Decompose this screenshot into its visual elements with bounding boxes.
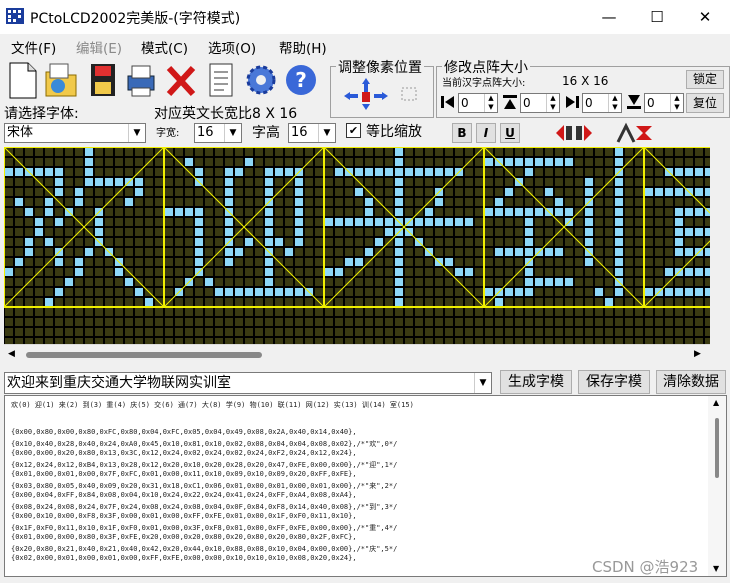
chevron-down-icon: ▼: [128, 124, 145, 142]
menu-options[interactable]: 选项(O): [208, 37, 256, 57]
size-spin-left[interactable]: 0 ▲ ▼: [458, 93, 498, 113]
settings-gear-icon[interactable]: [244, 60, 278, 100]
svg-text:?: ?: [295, 68, 307, 92]
bold-button[interactable]: B: [452, 123, 472, 143]
font-select[interactable]: 宋体 ▼: [4, 123, 146, 143]
scroll-left-icon[interactable]: ◀: [8, 349, 15, 359]
code-line: {0x10,0x40,0x28,0x40,0x24,0xA0,0x45,0x10…: [11, 439, 398, 448]
lock-button[interactable]: 锁定: [686, 70, 724, 89]
generate-button[interactable]: 生成字模: [500, 370, 572, 394]
pixel-position-title: 调整像素位置: [336, 57, 424, 77]
code-line: {0x02,0x00,0x01,0x00,0x01,0x00,0xFF,0xFE…: [11, 554, 357, 562]
code-line: {0x1F,0xF0,0x11,0x10,0x1F,0xF0,0x01,0x00…: [11, 523, 398, 532]
open-icon[interactable]: [44, 60, 78, 100]
italic-button[interactable]: I: [476, 123, 496, 143]
char-index-line: 欢(0) 迎(1) 来(2) 到(3) 重(4) 庆(5) 交(6) 通(7) …: [11, 401, 414, 409]
title-bar: PCtoLCD2002完美版-(字符模式) — ☐ ✕: [0, 0, 730, 34]
lcd-preview[interactable]: [4, 147, 710, 344]
clear-data-button[interactable]: 清除数据: [656, 370, 726, 394]
scale-checkbox[interactable]: ✔: [346, 123, 361, 138]
minimize-button[interactable]: —: [586, 0, 632, 34]
size-spin-right[interactable]: 0 ▲ ▼: [582, 93, 622, 113]
font-width-label: 字宽:: [156, 128, 180, 139]
font-height-select[interactable]: 16 ▼: [288, 123, 336, 143]
font-height-label: 字高: [252, 125, 280, 141]
move-arrows-icon[interactable]: [342, 76, 422, 112]
menu-mode[interactable]: 模式(C): [141, 37, 188, 57]
chevron-down-icon: ▼: [224, 124, 241, 142]
notes-icon[interactable]: [204, 60, 238, 100]
code-line: {0x01,0x00,0x00,0x80,0x3F,0xFE,0x20,0x00…: [11, 533, 357, 541]
scroll-down-icon[interactable]: ▼: [713, 564, 719, 573]
font-width-select[interactable]: 16 ▼: [194, 123, 242, 143]
code-line: {0x01,0x00,0x01,0x00,0x7F,0xFC,0x01,0x00…: [11, 470, 357, 478]
vertical-scrollbar[interactable]: ▲ ▼: [708, 396, 726, 576]
close-button[interactable]: ✕: [682, 0, 728, 34]
menu-file[interactable]: 文件(F): [11, 37, 56, 57]
current-size-label: 当前汉字点阵大小:: [442, 78, 526, 89]
code-line: {0x03,0x80,0x05,0x40,0x09,0x20,0x31,0x18…: [11, 481, 398, 490]
lcd-dot-matrix[interactable]: [4, 147, 710, 344]
flip-vertical-icon[interactable]: [612, 122, 656, 144]
flip-horizontal-icon[interactable]: [552, 122, 596, 144]
watermark: CSDN @浩923: [592, 558, 699, 576]
code-line: {0x00,0x80,0x00,0x80,0xFC,0x80,0x04,0xFC…: [11, 428, 357, 436]
shrink-left-icon[interactable]: [440, 94, 456, 110]
scroll-right-icon[interactable]: ▶: [694, 349, 701, 359]
shrink-right-icon[interactable]: [564, 94, 580, 110]
size-spin-top[interactable]: 0 ▲ ▼: [520, 93, 560, 113]
print-icon[interactable]: [124, 60, 158, 100]
code-line: {0x00,0x10,0x00,0xF8,0x3F,0x00,0x01,0x00…: [11, 512, 357, 520]
code-line: {0x12,0x24,0x12,0xB4,0x13,0x28,0x12,0x20…: [11, 460, 398, 469]
size-spin-bottom[interactable]: 0 ▲ ▼: [644, 93, 684, 113]
code-line: {0x20,0x80,0x21,0x40,0x21,0x40,0x42,0x20…: [11, 544, 398, 553]
maximize-button[interactable]: ☐: [634, 0, 680, 34]
text-input[interactable]: 欢迎来到重庆交通大学物联网实训室 ▼: [4, 372, 492, 394]
output-textarea[interactable]: 欢(0) 迎(1) 来(2) 到(3) 重(4) 庆(5) 交(6) 通(7) …: [4, 395, 727, 577]
vscroll-thumb[interactable]: [715, 418, 719, 478]
window-title: PCtoLCD2002完美版-(字符模式): [30, 11, 241, 27]
code-line: {0x00,0x00,0x20,0x80,0x13,0x3C,0x12,0x24…: [11, 449, 357, 457]
delete-icon[interactable]: [164, 60, 198, 100]
horizontal-scrollbar[interactable]: ◀ ▶: [4, 344, 710, 365]
ascii-ratio-label: 对应英文长宽比8 X 16: [154, 106, 298, 122]
menu-edit[interactable]: 编辑(E): [76, 37, 122, 57]
underline-button[interactable]: U: [500, 123, 520, 143]
scale-label: 等比缩放: [366, 124, 422, 140]
scroll-up-icon[interactable]: ▲: [713, 398, 719, 407]
save-data-button[interactable]: 保存字模: [578, 370, 650, 394]
menu-help[interactable]: 帮助(H): [279, 37, 327, 57]
shrink-top-icon[interactable]: [502, 94, 518, 110]
save-icon[interactable]: [86, 60, 120, 100]
code-line: {0x08,0x24,0x08,0x24,0x7F,0x24,0x08,0x24…: [11, 502, 398, 511]
scroll-thumb[interactable]: [26, 352, 262, 358]
new-icon[interactable]: [6, 60, 40, 100]
choose-font-label: 请选择字体:: [4, 106, 79, 122]
app-icon: [6, 8, 24, 24]
help-icon[interactable]: ?: [284, 60, 318, 100]
chevron-down-icon: ▼: [318, 124, 335, 142]
reset-button[interactable]: 复位: [686, 93, 724, 113]
code-line: {0x00,0x04,0xFF,0x84,0x08,0x04,0x10,0x24…: [11, 491, 357, 499]
shrink-bottom-icon[interactable]: [626, 94, 642, 110]
chevron-down-icon: ▼: [474, 373, 491, 393]
current-size-value: 16 X 16: [562, 74, 609, 88]
